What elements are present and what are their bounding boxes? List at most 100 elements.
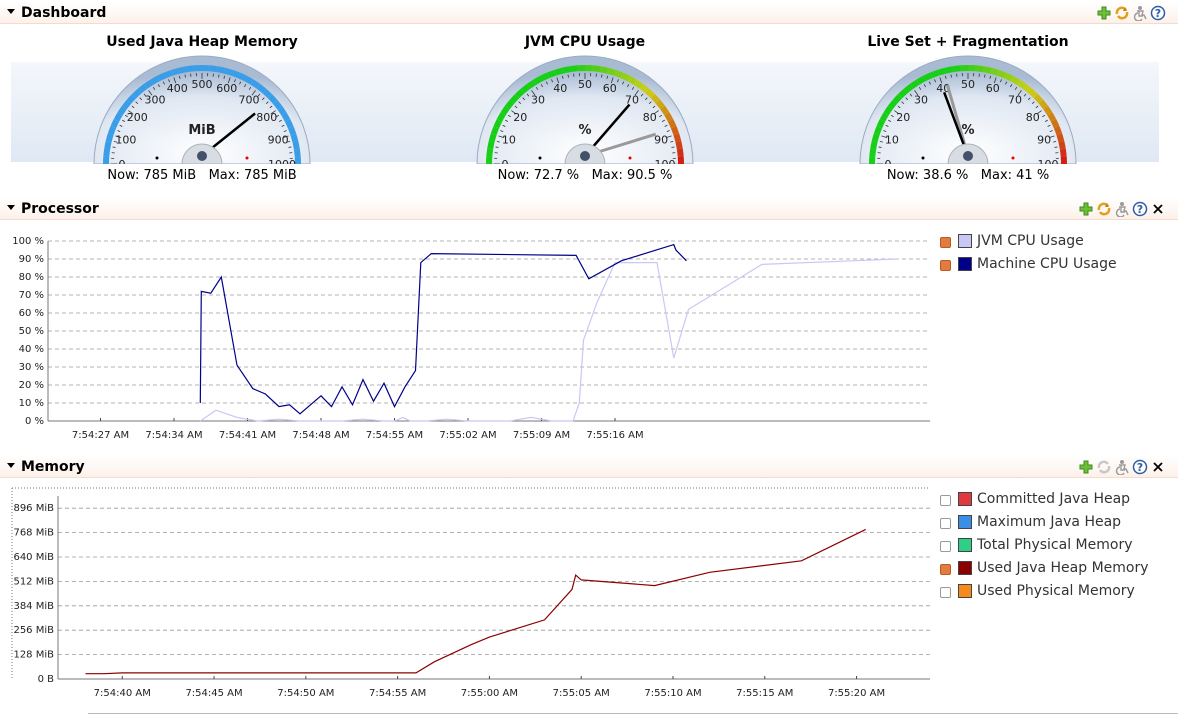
y-tick-label: 0 % [25,416,44,427]
legend-label: Machine CPU Usage [977,256,1117,272]
gauge-unit: MiB [188,123,215,138]
gauge-band-segment [876,119,886,129]
close-icon[interactable] [1150,201,1166,217]
x-tick-label: 7:54:48 AM [292,430,349,441]
gauge-band-segment [633,79,644,89]
y-tick-label: 384 MiB [13,601,54,612]
legend-swatch [958,538,972,552]
y-tick-label: 10 % [19,398,44,409]
y-tick-label: 768 MiB [13,528,54,539]
gauge-band-segment [500,105,510,116]
accessibility-icon[interactable] [1114,201,1130,217]
x-tick-label: 7:54:55 AM [369,688,426,699]
x-tick-label: 7:54:34 AM [145,430,202,441]
gauge-tick-label: 10 [502,133,516,146]
gauge-band-segment [887,99,898,110]
gauge-hub-center [963,151,973,161]
x-tick-label: 7:55:10 AM [644,688,701,699]
legend-label: Committed Java Heap [977,491,1131,507]
gauge-tick-label: 70 [1008,93,1022,106]
gauge-tick-label: 10 [885,133,899,146]
gauge-marker-dot [245,156,249,160]
gauge-band-segment [520,83,531,94]
gauge-band-segment [171,67,181,76]
gauge-band-segment [870,140,878,150]
gauge-tick-label: 100 [1038,158,1059,164]
series-line [199,258,899,422]
legend-checkbox[interactable] [940,495,951,506]
gauge-band-segment [284,119,294,129]
legend-checkbox[interactable] [940,237,951,248]
gauge-band-segment [975,65,984,73]
gauge-tick-label: 50 [961,78,975,91]
help-icon[interactable]: ? [1132,459,1148,475]
x-tick-label: 7:54:55 AM [366,430,423,441]
accessibility-icon[interactable] [1114,459,1130,475]
gauge-band-segment [1050,119,1060,129]
collapse-triangle-icon[interactable] [7,9,15,14]
series-line [85,528,866,675]
legend-label: Total Physical Memory [977,537,1133,553]
gauge-band-segment [1043,105,1053,116]
gauge-band-segment [937,67,947,76]
legend-label: JVM CPU Usage [977,233,1084,249]
add-icon[interactable] [1096,5,1112,21]
legend-label: Used Physical Memory [977,583,1135,599]
legend-checkbox[interactable] [940,564,951,575]
close-icon[interactable] [1150,459,1166,475]
gauge-band-segment [230,69,240,79]
gauge-band-segment [982,66,992,74]
liveset-now-value: Now: 38.6 % [886,168,969,183]
collapse-triangle-icon[interactable] [7,463,15,468]
gauge-band-segment [1028,88,1039,99]
x-tick-label: 7:54:41 AM [219,430,276,441]
add-icon[interactable] [1078,201,1094,217]
processor-chart: 0 % 10 % 20 % 30 % 40 % 50 % 60 % 70 % 80 % 90 % 1… [12,236,930,441]
gauge-band-segment [1003,72,1013,82]
gauge-band-segment [486,148,494,157]
gauge-band-segment [952,65,961,73]
gauge-band-segment [277,105,287,116]
cpu-max-value: Max: 90.5 % [591,168,673,183]
gauge-tick [567,74,569,78]
memory-legend: Committed Java Heap Maximum Java Heap To… [940,491,1170,611]
refresh-icon[interactable] [1114,5,1130,21]
refresh-icon[interactable] [1096,201,1112,217]
memory-chart: 0 B 128 MiB 256 MiB 384 MiB 512 MiB 640 MiB 76… [11,487,930,699]
add-icon[interactable] [1078,459,1094,475]
gauge-band-segment [869,148,877,157]
refresh-icon[interactable] [1096,459,1112,475]
memory-header[interactable]: Memory ? [0,456,1178,478]
gauge-tick-label: 0 [502,158,509,164]
x-tick-label: 7:54:40 AM [94,688,151,699]
legend-swatch [958,561,972,575]
collapse-triangle-icon[interactable] [7,205,15,210]
gauge-tick [184,74,186,78]
gauge-band-segment [664,112,674,122]
gauge-tick-label: 60 [986,82,1000,95]
gauge-band-segment [873,126,883,136]
legend-checkbox[interactable] [940,260,951,271]
gauge-band-segment [916,75,926,85]
gauge-band-segment [487,140,495,150]
x-tick-label: 7:54:27 AM [72,430,129,441]
gauge-tick-label: 300 [144,93,165,106]
legend-checkbox[interactable] [940,518,951,529]
gauge-tick-label: 70 [625,93,639,106]
legend-checkbox[interactable] [940,587,951,598]
help-icon[interactable]: ? [1132,201,1148,217]
gauge-band-segment [267,93,278,104]
gauge-hub-center [197,151,207,161]
gauge-tick [878,146,882,148]
gauge-band-segment [1047,112,1057,122]
gauge-band-segment [1010,75,1020,85]
dashboard-header[interactable]: Dashboard ? [0,2,1178,24]
gauge-band-segment [121,99,132,110]
processor-header[interactable]: Processor ? [0,198,1178,220]
help-icon[interactable]: ? [1150,5,1166,21]
gauge-band-segment [592,65,601,73]
gauge-band-segment [903,83,914,94]
accessibility-icon[interactable] [1132,5,1148,21]
gauge-tick-label: 1000 [268,158,296,164]
legend-checkbox[interactable] [940,541,951,552]
